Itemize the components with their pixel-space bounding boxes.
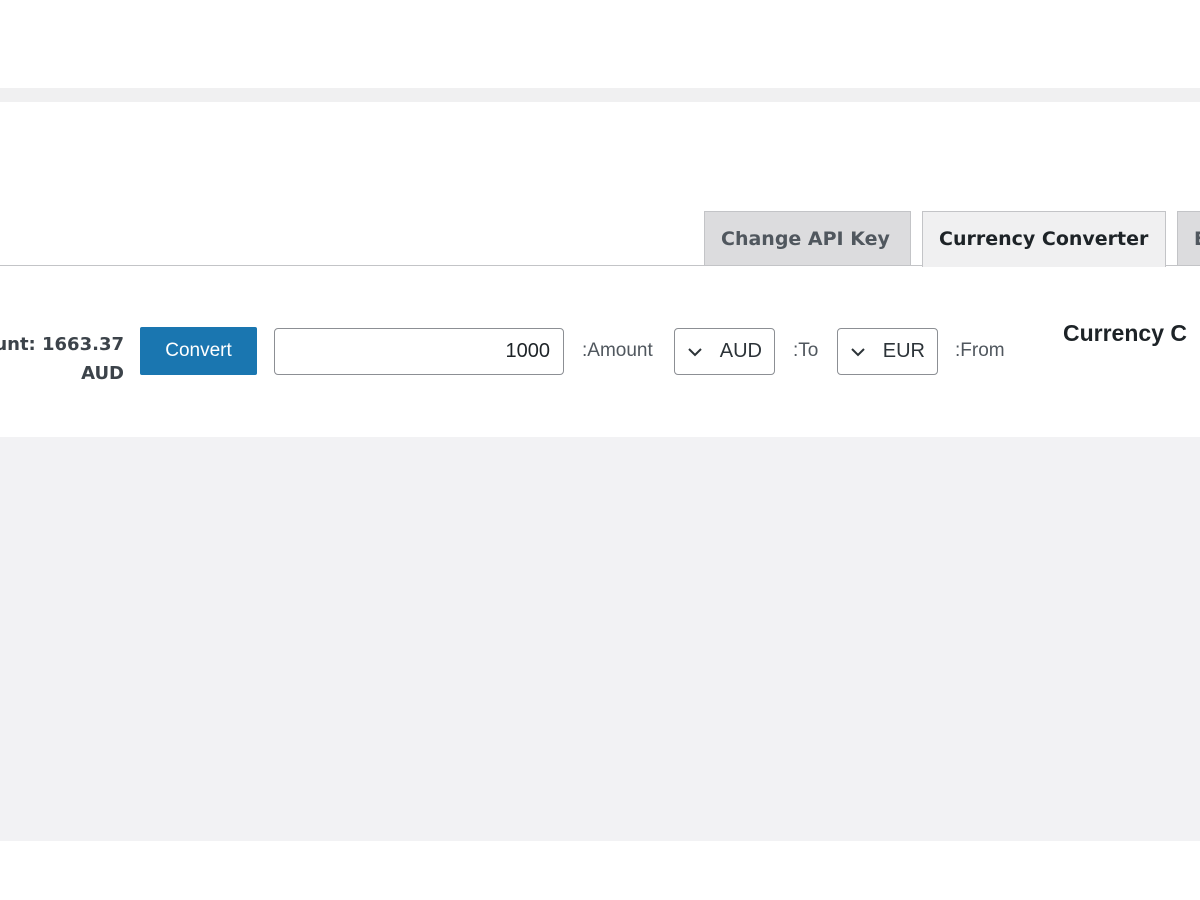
to-currency-value: AUD	[719, 340, 762, 362]
tab-label: E	[1194, 228, 1200, 250]
chevron-down-icon	[851, 348, 865, 357]
from-currency-select[interactable]: EUR	[837, 328, 938, 375]
top-divider	[0, 88, 1200, 102]
chevron-down-icon	[688, 348, 702, 357]
content-area	[0, 437, 1200, 841]
to-currency-select[interactable]: AUD	[674, 328, 775, 375]
settings-panel	[0, 102, 1200, 436]
tab-partial[interactable]: E	[1177, 211, 1200, 265]
from-label: :From	[955, 340, 1005, 361]
convert-button[interactable]: Convert	[140, 327, 257, 375]
amount-label: :Amount	[582, 340, 653, 361]
tab-label: Currency Converter	[939, 228, 1149, 250]
tab-label: Change API Key	[721, 228, 890, 250]
from-currency-value: EUR	[882, 340, 925, 362]
amount-input[interactable]	[274, 328, 564, 375]
tab-currency-converter[interactable]: Currency Converter	[922, 211, 1166, 267]
tab-change-api-key[interactable]: Change API Key	[704, 211, 911, 265]
to-label: :To	[793, 340, 819, 361]
top-bar	[0, 0, 1200, 88]
footer-area	[0, 841, 1200, 900]
converter-heading: Currency C	[1063, 320, 1187, 346]
converted-amount-result: unt: 1663.37 AUD	[0, 334, 124, 384]
